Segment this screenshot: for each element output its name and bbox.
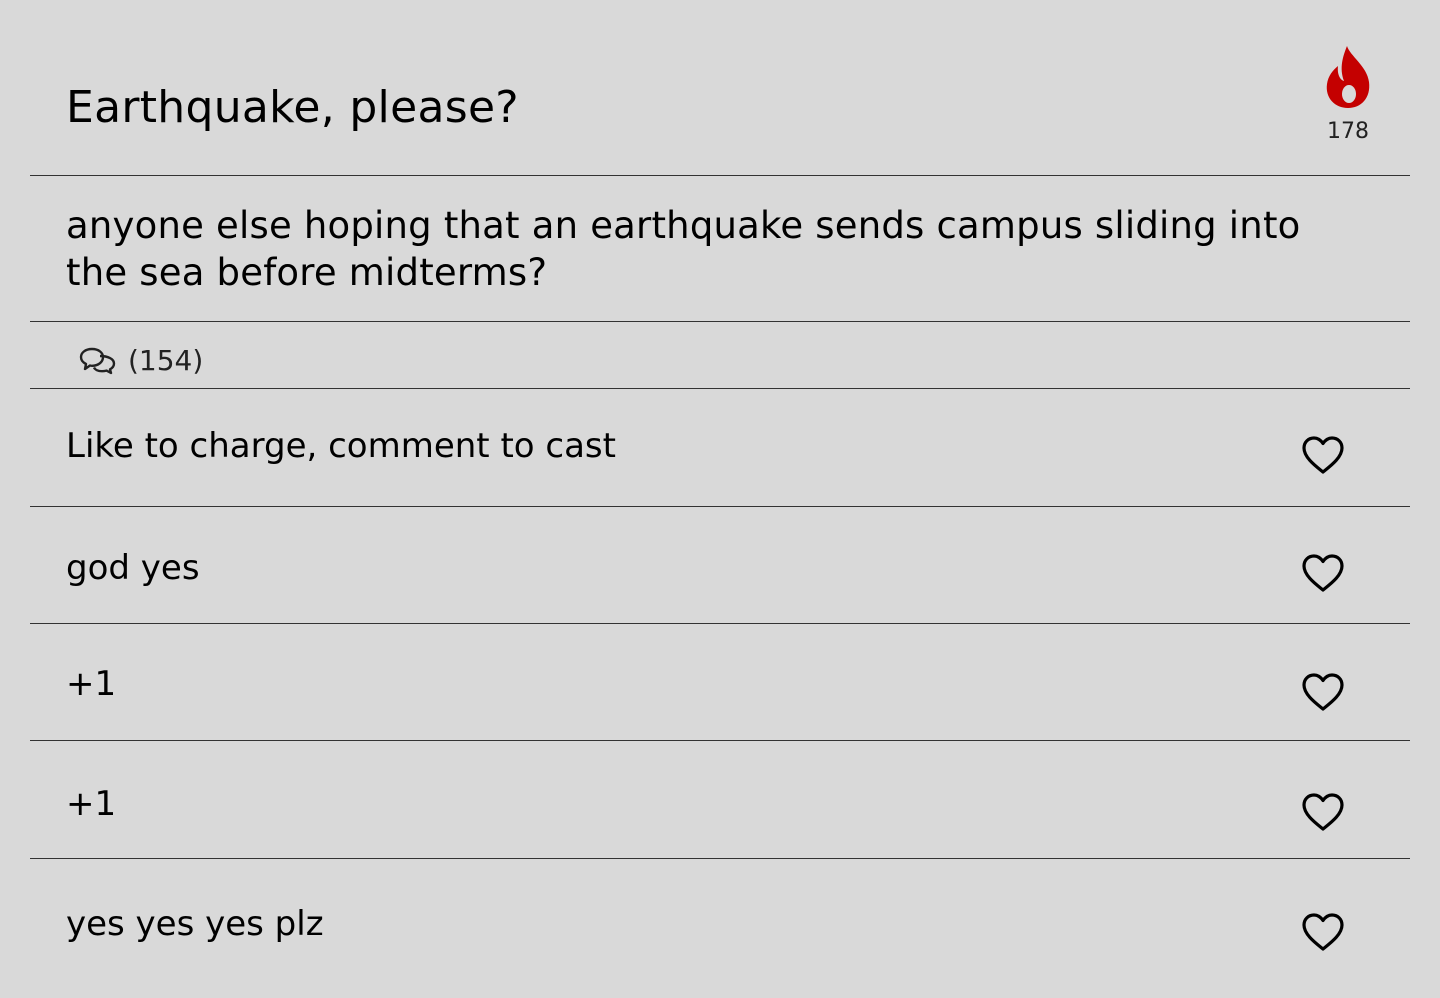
like-button[interactable]: [1300, 911, 1346, 953]
post-title: Earthquake, please?: [66, 82, 519, 133]
heat-indicator[interactable]: 178: [1318, 44, 1378, 144]
flame-icon: [1326, 46, 1370, 108]
divider: [30, 740, 1410, 741]
heart-outline-icon: [1302, 554, 1344, 592]
divider: [30, 321, 1410, 322]
comment-text: Like to charge, comment to cast: [66, 426, 616, 466]
heart-outline-icon: [1302, 793, 1344, 831]
heart-outline-icon: [1302, 673, 1344, 711]
heat-count: 178: [1327, 119, 1369, 144]
divider: [30, 858, 1410, 859]
comment-text: +1: [66, 664, 117, 704]
divider: [30, 175, 1410, 176]
heart-outline-icon: [1302, 913, 1344, 951]
chat-bubbles-icon: [79, 347, 116, 375]
heart-outline-icon: [1302, 436, 1344, 474]
like-button[interactable]: [1300, 791, 1346, 833]
post-body: anyone else hoping that an earthquake se…: [66, 204, 1301, 294]
comment-text: +1: [66, 784, 117, 824]
like-button[interactable]: [1300, 434, 1346, 476]
comments-count: (154): [128, 343, 204, 377]
comments-summary[interactable]: (154): [78, 340, 203, 380]
divider: [30, 623, 1410, 624]
divider: [30, 506, 1410, 507]
comment-text: yes yes yes plz: [66, 904, 324, 944]
divider: [30, 388, 1410, 389]
like-button[interactable]: [1300, 671, 1346, 713]
comment-text: god yes: [66, 548, 200, 588]
like-button[interactable]: [1300, 552, 1346, 594]
